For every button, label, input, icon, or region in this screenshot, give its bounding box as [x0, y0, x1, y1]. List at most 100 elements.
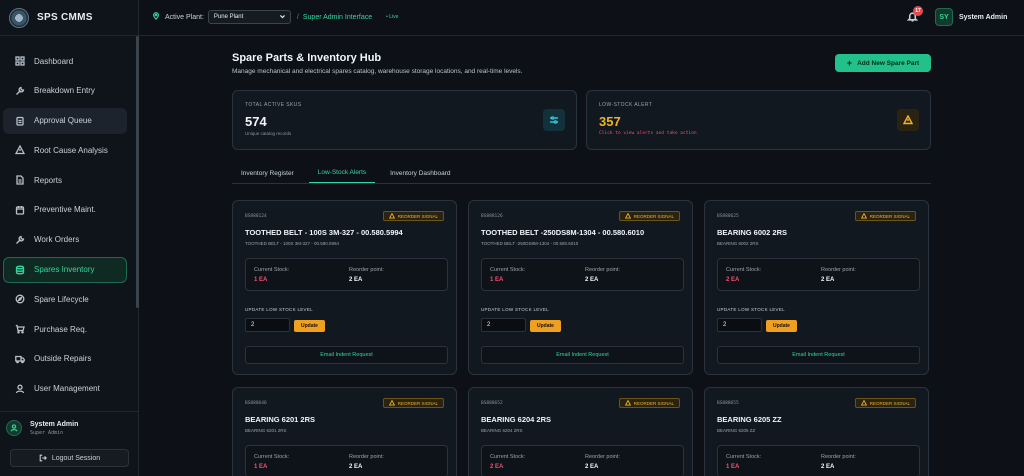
- sidebar-item-label: Breakdown Entry: [34, 86, 95, 96]
- sidebar-item-outside-repairs[interactable]: Outside Repairs: [3, 346, 127, 372]
- sidebar-item-breakdown-entry[interactable]: Breakdown Entry: [3, 78, 127, 104]
- signal-label: REORDER SIGNAL: [397, 213, 438, 219]
- sidebar-item-label: Preventive Maint.: [34, 205, 96, 215]
- user-menu[interactable]: SY System Admin: [935, 8, 1007, 26]
- sidebar-item-root-cause-analysis[interactable]: Root Cause Analysis: [3, 137, 127, 163]
- spare-title: BEARING 6002 2RS: [717, 228, 788, 237]
- spare-description: BEARING 6204 2RS: [481, 428, 523, 433]
- stat-label: TOTAL ACTIVE SKUS: [245, 102, 302, 108]
- low-stock-level-input[interactable]: 2: [245, 318, 290, 332]
- stat-card-low-stock[interactable]: LOW-STOCK ALERT 357 Click to view alerts…: [586, 90, 931, 150]
- signal-label: REORDER SIGNAL: [869, 400, 910, 406]
- document-icon: [14, 175, 25, 186]
- truck-icon: [14, 353, 25, 364]
- stat-value: 357: [599, 114, 621, 129]
- user-name: System Admin: [30, 420, 79, 428]
- update-button[interactable]: Update: [294, 320, 325, 332]
- current-stock-value: 1 EA: [254, 277, 268, 283]
- update-level-label: UPDATE LOW STOCK LEVEL: [717, 307, 785, 312]
- plus-icon: +: [846, 58, 853, 68]
- sidebar-item-work-orders[interactable]: Work Orders: [3, 227, 127, 253]
- user-name: System Admin: [959, 13, 1008, 21]
- spare-description: TOOTHED BELT -250DS8M-1304 - 00.580.6010: [481, 241, 579, 246]
- email-indent-button[interactable]: Email Indent Request: [717, 346, 920, 364]
- add-spare-part-button[interactable]: + Add New Spare Part: [835, 54, 931, 72]
- user-icon: [14, 383, 25, 394]
- reorder-point-label: Reorder point:: [821, 454, 856, 460]
- sidebar-item-spares-inventory[interactable]: Spares Inventory: [3, 256, 127, 283]
- warning-icon: [388, 400, 395, 406]
- stat-subtitle: Unique catalog records: [245, 131, 292, 136]
- sidebar-item-user-management[interactable]: User Management: [3, 376, 127, 402]
- reorder-point-label: Reorder point:: [585, 267, 620, 273]
- signal-label: REORDER SIGNAL: [397, 400, 438, 406]
- plant-select[interactable]: Pune Plant: [207, 10, 291, 24]
- wrench-icon: [14, 85, 25, 96]
- spare-title: TOOTHED BELT -250DS8M-1304 - 00.580.6010: [481, 228, 645, 237]
- tab-inventory-register[interactable]: Inventory Register: [232, 163, 303, 183]
- current-stock-value: 1 EA: [726, 464, 740, 470]
- spare-id: BS888124: [245, 214, 267, 219]
- current-stock-value: 2 EA: [726, 277, 740, 283]
- update-button[interactable]: Update: [530, 320, 561, 332]
- sidebar-scrollbar[interactable]: [136, 36, 139, 308]
- update-button[interactable]: Update: [766, 320, 797, 332]
- spare-description: TOOTHED BELT - 100S 3M-327 - 00.580.5994: [245, 241, 340, 246]
- sidebar-item-label: Dashboard: [34, 56, 74, 66]
- calendar-icon: [14, 204, 25, 215]
- spare-title: BEARING 6201 2RS: [245, 415, 316, 424]
- spare-card: BS888124 REORDER SIGNAL TOOTHED BELT - 1…: [232, 200, 457, 375]
- reorder-point-value: 2 EA: [585, 464, 599, 470]
- spare-id: BS888646: [245, 401, 267, 406]
- signal-label: REORDER SIGNAL: [869, 213, 910, 219]
- sidebar-item-purchase-req[interactable]: Purchase Req.: [3, 316, 127, 342]
- sidebar-item-label: User Management: [34, 384, 100, 394]
- brand[interactable]: SPS CMMS: [0, 0, 138, 36]
- sidebar: SPS CMMS Dashboard Breakdown Entry Appro…: [0, 0, 139, 476]
- sidebar-item-spare-lifecycle[interactable]: Spare Lifecycle: [3, 286, 127, 312]
- tab-inventory-dashboard[interactable]: Inventory Dashboard: [381, 163, 459, 183]
- notifications-button[interactable]: 17: [906, 6, 923, 24]
- current-stock-label: Current Stock:: [490, 267, 526, 273]
- user-icon: [10, 424, 18, 432]
- database-icon: [14, 264, 25, 275]
- add-spare-part-label: Add New Spare Part: [857, 59, 920, 67]
- low-stock-level-input[interactable]: 2: [481, 318, 526, 332]
- warning-icon: [624, 213, 631, 219]
- spare-card: BS888652 REORDER SIGNAL BEARING 6204 2RS…: [468, 387, 693, 476]
- sidebar-item-label: Spare Lifecycle: [34, 294, 89, 304]
- plant-selector-group: Active Plant: Pune Plant / Super Admin I…: [152, 10, 398, 24]
- breadcrumb-separator: /: [296, 13, 299, 21]
- sidebar-item-label: Root Cause Analysis: [34, 145, 108, 155]
- logo: [9, 7, 29, 28]
- cart-icon: [14, 324, 25, 335]
- spare-title: BEARING 6204 2RS: [481, 415, 552, 424]
- logout-button[interactable]: Logout Session: [10, 449, 129, 467]
- sidebar-item-label: Purchase Req.: [34, 324, 87, 334]
- reorder-signal-badge: REORDER SIGNAL: [618, 398, 680, 408]
- chevron-down-icon: [279, 13, 286, 22]
- tab-low-stock-alerts[interactable]: Low-Stock Alerts: [308, 163, 376, 183]
- reorder-signal-badge: REORDER SIGNAL: [854, 398, 916, 408]
- sidebar-item-label: Reports: [34, 175, 63, 185]
- sidebar-item-preventive-maint[interactable]: Preventive Maint.: [3, 197, 127, 223]
- avatar: [6, 420, 22, 436]
- email-indent-button[interactable]: Email Indent Request: [481, 346, 684, 364]
- reorder-point-label: Reorder point:: [349, 267, 384, 273]
- current-stock-value: 1 EA: [490, 277, 504, 283]
- sidebar-item-reports[interactable]: Reports: [3, 167, 127, 193]
- sidebar-item-dashboard[interactable]: Dashboard: [3, 48, 127, 74]
- signal-label: REORDER SIGNAL: [633, 213, 674, 219]
- live-indicator: • Live: [386, 14, 399, 20]
- tab-bar: Inventory Register Low-Stock Alerts Inve…: [232, 163, 466, 183]
- current-stock-label: Current Stock:: [254, 267, 290, 273]
- warning-icon: [860, 400, 867, 406]
- stat-value: 574: [245, 114, 267, 129]
- sidebar-item-approval-queue[interactable]: Approval Queue: [3, 107, 127, 134]
- reorder-point-label: Reorder point:: [585, 454, 620, 460]
- avatar: SY: [935, 8, 953, 26]
- signal-label: REORDER SIGNAL: [633, 400, 674, 406]
- email-indent-button[interactable]: Email Indent Request: [245, 346, 448, 364]
- warning-icon: [624, 400, 631, 406]
- low-stock-level-input[interactable]: 2: [717, 318, 762, 332]
